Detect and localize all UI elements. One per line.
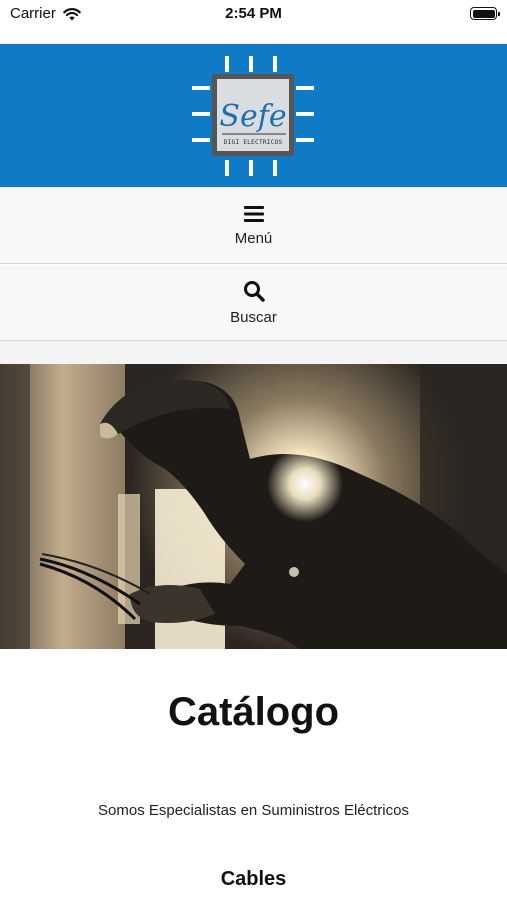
spacer <box>0 341 507 364</box>
battery-icon <box>470 7 500 20</box>
electrician-photo <box>0 364 507 649</box>
menu-button[interactable]: Menú <box>0 188 507 264</box>
status-time: 2:54 PM <box>225 5 282 22</box>
sefe-logo[interactable]: Sefe DIGI ELECTRICOS <box>190 54 316 178</box>
menu-label: Menú <box>234 229 273 247</box>
page-title: Catálogo <box>167 690 340 734</box>
page-subtitle: Somos Especialistas en Suministros Eléct… <box>98 802 409 819</box>
logo-lettering: Sefe <box>219 99 286 134</box>
search-icon <box>243 280 265 302</box>
logo-subtext: DIGI ELECTRICOS <box>224 138 283 146</box>
section-heading-cables: Cables <box>220 868 287 890</box>
hero-image <box>0 364 507 649</box>
hamburger-menu-icon <box>243 205 264 222</box>
status-bar: Carrier 2:54 PM <box>0 0 507 44</box>
app-header: Sefe DIGI ELECTRICOS <box>0 44 507 187</box>
search-label: Buscar <box>230 308 277 326</box>
search-button[interactable]: Buscar <box>0 265 507 341</box>
